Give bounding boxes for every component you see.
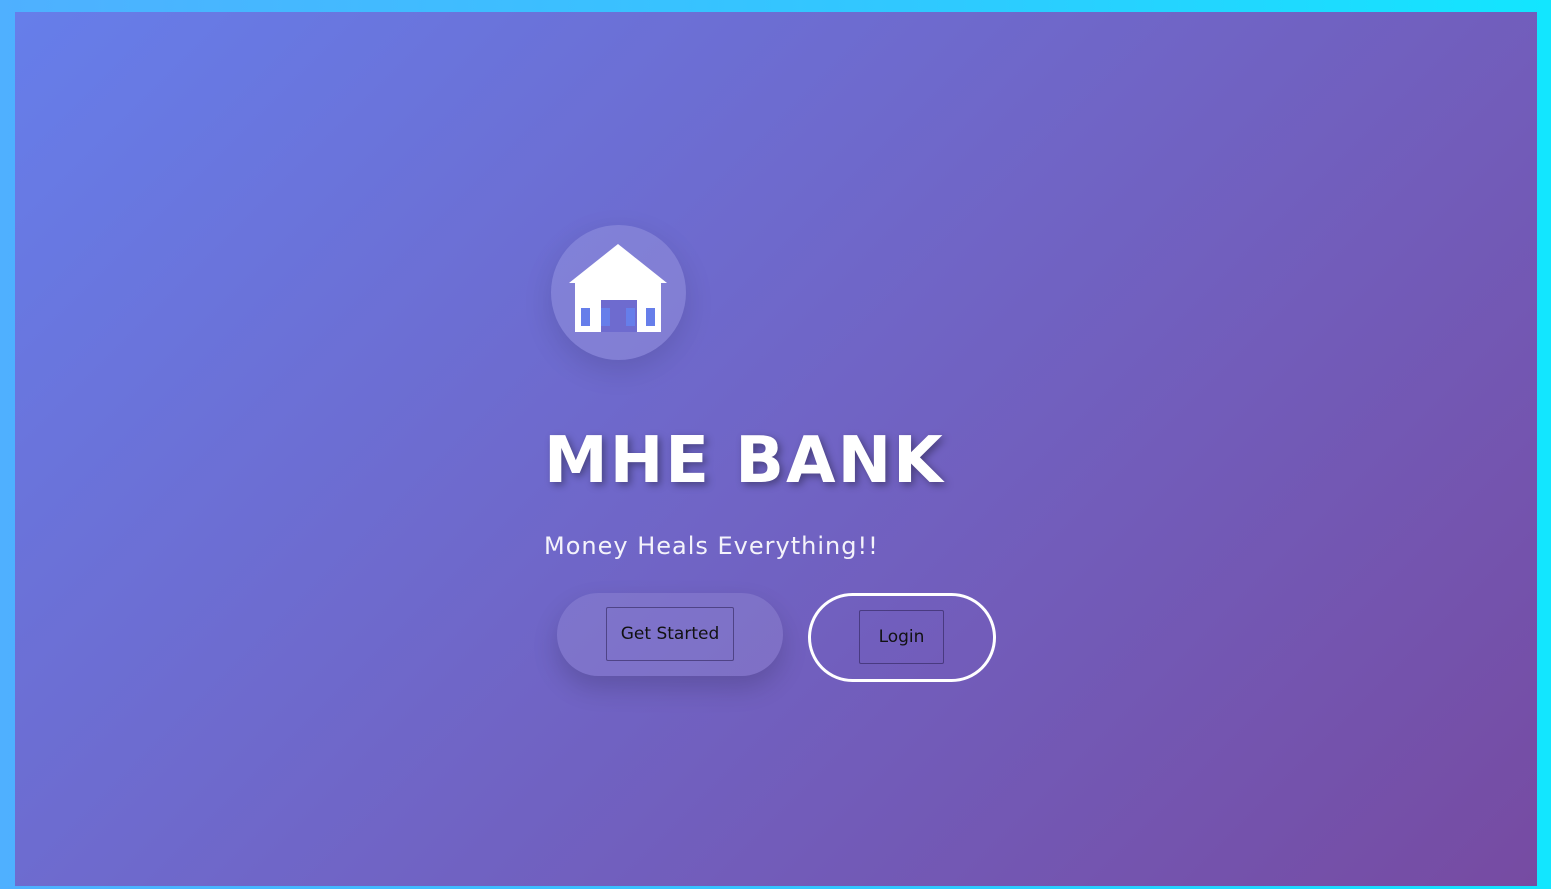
- get-started-pill[interactable]: Get Started: [557, 593, 783, 676]
- house-icon: [569, 244, 667, 332]
- login-button[interactable]: Login: [859, 610, 944, 664]
- landing-hero: MHE BANK Money Heals Everything!! Get St…: [15, 12, 1537, 886]
- window-frame: MHE BANK Money Heals Everything!! Get St…: [0, 0, 1551, 889]
- login-pill[interactable]: Login: [808, 593, 996, 682]
- get-started-button[interactable]: Get Started: [606, 607, 734, 661]
- brand-tagline: Money Heals Everything!!: [544, 532, 879, 560]
- logo-badge: [551, 225, 686, 360]
- brand-title: MHE BANK: [544, 424, 945, 498]
